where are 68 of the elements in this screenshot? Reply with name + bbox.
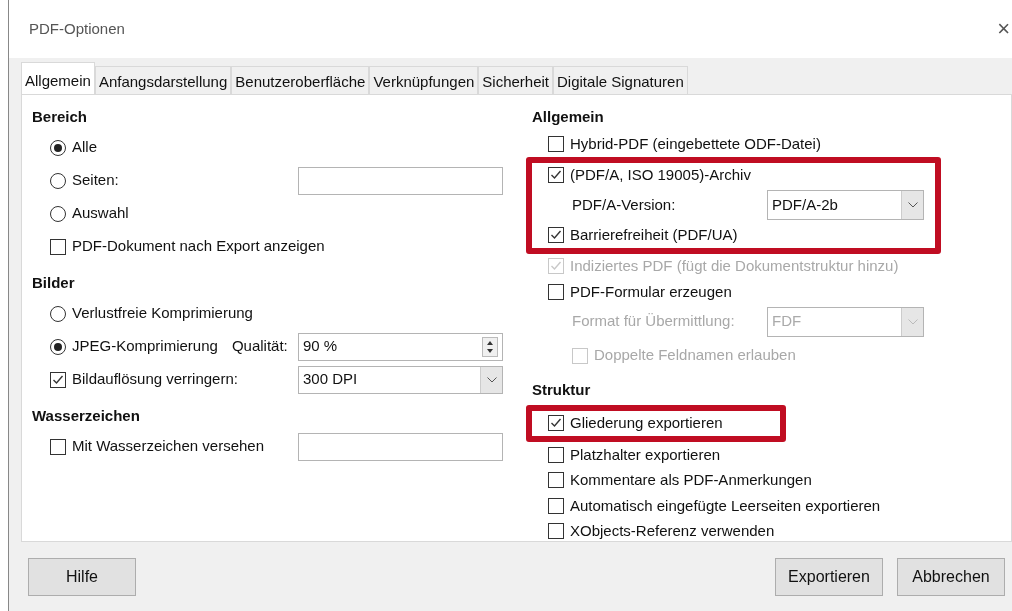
radio-button[interactable]	[50, 305, 66, 322]
option-label: Bildauflösung verringern:	[72, 369, 238, 390]
tab[interactable]: Digitale Signaturen	[553, 66, 688, 94]
option-label: Kommentare als PDF-Anmerkungen	[570, 470, 812, 490]
checkbox[interactable]	[548, 135, 564, 152]
checkbox-checked-icon[interactable]	[548, 226, 564, 243]
option-label: Auswahl	[72, 203, 129, 224]
radio-button[interactable]	[50, 139, 66, 156]
radio-button[interactable]	[50, 338, 66, 355]
option-label: Platzhalter exportieren	[570, 444, 721, 465]
option-label: PDF-Dokument nach Export anzeigen	[72, 236, 325, 257]
field-value: 90 %	[303, 336, 338, 357]
chevron-down-icon	[907, 318, 918, 325]
option-label: Hybrid-PDF (eingebettete ODF-Datei)	[570, 133, 821, 154]
field-value: FDF	[772, 311, 803, 332]
option-label: Seiten:	[72, 170, 119, 191]
checkbox[interactable]	[50, 238, 66, 255]
field-label: Format für Übermittlung:	[572, 311, 736, 332]
spin-arrows-icon[interactable]	[482, 336, 498, 357]
option-label: Indiziertes PDF (fügt die Dokumentstruktur hinzu)	[570, 256, 899, 276]
tab[interactable]: Benutzeroberfläche	[231, 66, 370, 94]
close-button[interactable]: ×	[997, 18, 1010, 40]
option-label: PDF-Formular erzeugen	[570, 281, 732, 302]
option-label: JPEG-Komprimierung	[72, 336, 218, 357]
spin-field[interactable]: 90 %	[298, 332, 503, 361]
tab[interactable]: Verknüpfungen	[369, 66, 479, 94]
field-value: PDF/A-2b	[772, 194, 839, 215]
radio-button[interactable]	[50, 172, 66, 189]
checkbox[interactable]	[548, 472, 564, 489]
checkbox-checked-icon[interactable]	[548, 167, 564, 184]
option-label: Alle	[72, 137, 97, 158]
tab[interactable]: Sicherheit	[478, 66, 554, 94]
option-label: (PDF/A, ISO 19005)-Archiv	[570, 165, 751, 185]
section-heading: Bereich	[32, 106, 89, 127]
option-label: Barrierefreiheit (PDF/UA)	[570, 224, 738, 245]
dialog-button[interactable]: Exportieren	[775, 557, 883, 596]
option-label: XObjects-Referenz verwenden	[570, 521, 775, 541]
checkbox-checked-icon[interactable]	[50, 371, 66, 388]
checkbox[interactable]	[548, 283, 564, 300]
field-label: PDF/A-Version:	[572, 194, 677, 215]
tab[interactable]: Anfangsdarstellung	[94, 66, 232, 94]
text-field[interactable]	[298, 432, 503, 461]
field-value: 300 DPI	[303, 369, 359, 390]
checkbox[interactable]	[50, 438, 66, 455]
checkbox[interactable]	[548, 523, 564, 540]
checkbox[interactable]	[548, 446, 564, 463]
option-label: Automatisch eingefügte Leerseiten exportieren	[570, 495, 881, 516]
section-heading: Wasserzeichen	[32, 405, 141, 426]
dialog-button[interactable]: Hilfe	[28, 557, 136, 596]
section-heading: Struktur	[532, 380, 592, 401]
text-field[interactable]	[298, 166, 503, 195]
window-title: PDF-Optionen	[29, 18, 125, 39]
radio-button[interactable]	[50, 205, 66, 222]
option-label: Mit Wasserzeichen versehen	[72, 436, 265, 457]
option-label: Gliederung exportieren	[570, 413, 723, 433]
option-label: Doppelte Feldnamen erlauben	[594, 345, 796, 366]
section-heading: Bilder	[32, 272, 76, 293]
dialog-button[interactable]: Abbrechen	[897, 557, 1005, 596]
tab[interactable]: Allgemein	[21, 62, 95, 94]
dropdown-field[interactable]: PDF/A-2b	[767, 190, 924, 220]
field-label: Qualität:	[231, 336, 288, 357]
dropdown-field[interactable]: 300 DPI	[298, 365, 503, 394]
option-label: Verlustfreie Komprimierung	[72, 303, 253, 324]
section-heading: Allgemein	[532, 106, 605, 127]
chevron-down-icon	[486, 376, 497, 383]
chevron-down-icon	[907, 202, 918, 208]
checkbox[interactable]	[548, 497, 564, 514]
checkbox-checked-icon[interactable]	[548, 415, 564, 432]
